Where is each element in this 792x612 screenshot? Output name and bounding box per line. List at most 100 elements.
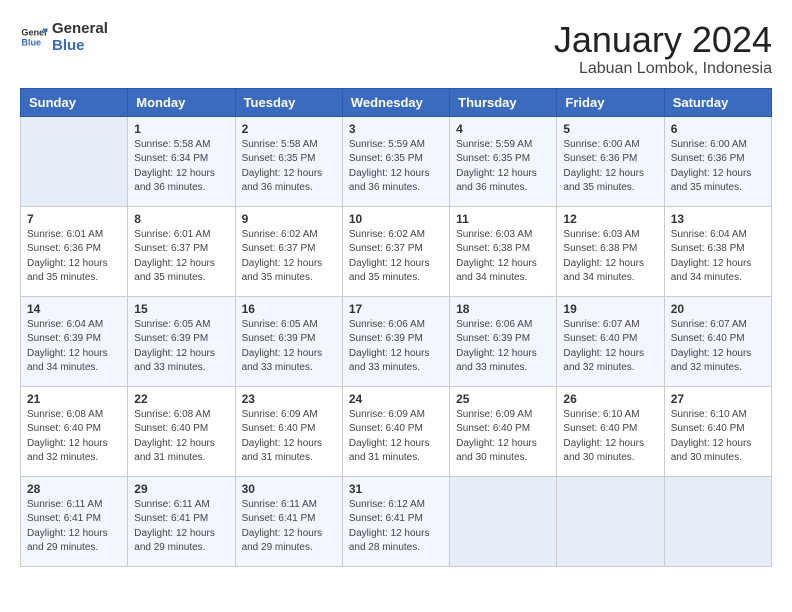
calendar-cell: 2Sunrise: 5:58 AM Sunset: 6:35 PM Daylig…	[235, 116, 342, 206]
title-block: January 2024 Labuan Lombok, Indonesia	[554, 20, 772, 78]
calendar-cell: 19Sunrise: 6:07 AM Sunset: 6:40 PM Dayli…	[557, 296, 664, 386]
day-info: Sunrise: 6:11 AM Sunset: 6:41 PM Dayligh…	[242, 498, 336, 556]
day-number: 25	[456, 392, 550, 406]
calendar-cell	[21, 116, 128, 206]
calendar-cell: 22Sunrise: 6:08 AM Sunset: 6:40 PM Dayli…	[128, 386, 235, 476]
calendar-cell: 1 Sunrise: 5:58 AM Sunset: 6:34 PM Daylig…	[128, 116, 235, 206]
day-number: 31	[349, 482, 443, 496]
day-number: 11	[456, 212, 550, 226]
day-info: Sunrise: 6:01 AM Sunset: 6:37 PM Dayligh…	[134, 228, 228, 286]
day-number: 13	[671, 212, 765, 226]
day-info: Sunrise: 6:03 AM Sunset: 6:38 PM Dayligh…	[563, 228, 657, 286]
day-number: 29	[134, 482, 228, 496]
header-sunday: Sunday	[21, 88, 128, 116]
location: Labuan Lombok, Indonesia	[554, 60, 772, 78]
day-number: 26	[563, 392, 657, 406]
calendar-cell: 8 Sunrise: 6:01 AM Sunset: 6:37 PM Daylig…	[128, 206, 235, 296]
calendar-cell: 9 Sunrise: 6:02 AM Sunset: 6:37 PM Daylig…	[235, 206, 342, 296]
day-info: Sunrise: 6:06 AM Sunset: 6:39 PM Dayligh…	[456, 318, 550, 376]
day-info: Sunrise: 6:02 AM Sunset: 6:37 PM Dayligh…	[242, 228, 336, 286]
day-number: 16	[242, 302, 336, 316]
calendar-cell: 23Sunrise: 6:09 AM Sunset: 6:40 PM Dayli…	[235, 386, 342, 476]
day-info: Sunrise: 5:59 AM Sunset: 6:35 PM Dayligh…	[349, 138, 443, 196]
week-row-0: 1 Sunrise: 5:58 AM Sunset: 6:34 PM Daylig…	[21, 116, 772, 206]
day-number: 5	[563, 122, 657, 136]
calendar-table: SundayMondayTuesdayWednesdayThursdayFrid…	[20, 88, 772, 567]
day-number: 20	[671, 302, 765, 316]
day-info: Sunrise: 6:04 AM Sunset: 6:38 PM Dayligh…	[671, 228, 765, 286]
logo: General Blue General Blue	[20, 20, 108, 54]
day-number: 2	[242, 122, 336, 136]
calendar-cell	[664, 476, 771, 566]
day-info: Sunrise: 6:05 AM Sunset: 6:39 PM Dayligh…	[134, 318, 228, 376]
calendar-header-row: SundayMondayTuesdayWednesdayThursdayFrid…	[21, 88, 772, 116]
calendar-cell: 15Sunrise: 6:05 AM Sunset: 6:39 PM Dayli…	[128, 296, 235, 386]
calendar-cell: 13 Sunrise: 6:04 AM Sunset: 6:38 PM Dayli…	[664, 206, 771, 296]
calendar-cell	[557, 476, 664, 566]
day-info: Sunrise: 6:07 AM Sunset: 6:40 PM Dayligh…	[563, 318, 657, 376]
day-number: 12	[563, 212, 657, 226]
day-info: Sunrise: 6:04 AM Sunset: 6:39 PM Dayligh…	[27, 318, 121, 376]
day-info: Sunrise: 6:00 AM Sunset: 6:36 PM Dayligh…	[671, 138, 765, 196]
header-wednesday: Wednesday	[342, 88, 449, 116]
logo-blue: Blue	[52, 37, 108, 54]
week-row-1: 7 Sunrise: 6:01 AM Sunset: 6:36 PM Daylig…	[21, 206, 772, 296]
day-info: Sunrise: 6:07 AM Sunset: 6:40 PM Dayligh…	[671, 318, 765, 376]
week-row-3: 21Sunrise: 6:08 AM Sunset: 6:40 PM Dayli…	[21, 386, 772, 476]
day-number: 18	[456, 302, 550, 316]
page-header: General Blue General Blue January 2024 L…	[20, 20, 772, 78]
day-number: 4	[456, 122, 550, 136]
calendar-cell: 7 Sunrise: 6:01 AM Sunset: 6:36 PM Daylig…	[21, 206, 128, 296]
calendar-cell: 11Sunrise: 6:03 AM Sunset: 6:38 PM Dayli…	[450, 206, 557, 296]
day-number: 3	[349, 122, 443, 136]
header-thursday: Thursday	[450, 88, 557, 116]
day-info: Sunrise: 6:01 AM Sunset: 6:36 PM Dayligh…	[27, 228, 121, 286]
logo-general: General	[52, 20, 108, 37]
day-number: 27	[671, 392, 765, 406]
day-number: 30	[242, 482, 336, 496]
calendar-cell: 5 Sunrise: 6:00 AM Sunset: 6:36 PM Daylig…	[557, 116, 664, 206]
header-tuesday: Tuesday	[235, 88, 342, 116]
day-info: Sunrise: 6:12 AM Sunset: 6:41 PM Dayligh…	[349, 498, 443, 556]
day-number: 24	[349, 392, 443, 406]
day-info: Sunrise: 6:02 AM Sunset: 6:37 PM Dayligh…	[349, 228, 443, 286]
calendar-cell: 24 Sunrise: 6:09 AM Sunset: 6:40 PM Dayli…	[342, 386, 449, 476]
day-number: 17	[349, 302, 443, 316]
day-info: Sunrise: 6:10 AM Sunset: 6:40 PM Dayligh…	[563, 408, 657, 466]
calendar-cell: 6 Sunrise: 6:00 AM Sunset: 6:36 PM Daylig…	[664, 116, 771, 206]
header-monday: Monday	[128, 88, 235, 116]
calendar-cell: 12 Sunrise: 6:03 AM Sunset: 6:38 PM Dayli…	[557, 206, 664, 296]
calendar-cell	[450, 476, 557, 566]
svg-text:Blue: Blue	[21, 37, 41, 47]
week-row-4: 28Sunrise: 6:11 AM Sunset: 6:41 PM Dayli…	[21, 476, 772, 566]
calendar-body: 1 Sunrise: 5:58 AM Sunset: 6:34 PM Daylig…	[21, 116, 772, 566]
day-info: Sunrise: 6:09 AM Sunset: 6:40 PM Dayligh…	[242, 408, 336, 466]
calendar-cell: 10Sunrise: 6:02 AM Sunset: 6:37 PM Dayli…	[342, 206, 449, 296]
day-info: Sunrise: 6:00 AM Sunset: 6:36 PM Dayligh…	[563, 138, 657, 196]
day-number: 6	[671, 122, 765, 136]
calendar-cell: 29Sunrise: 6:11 AM Sunset: 6:41 PM Dayli…	[128, 476, 235, 566]
calendar-cell: 16 Sunrise: 6:05 AM Sunset: 6:39 PM Dayli…	[235, 296, 342, 386]
calendar-cell: 30 Sunrise: 6:11 AM Sunset: 6:41 PM Dayli…	[235, 476, 342, 566]
day-info: Sunrise: 6:06 AM Sunset: 6:39 PM Dayligh…	[349, 318, 443, 376]
day-info: Sunrise: 5:58 AM Sunset: 6:34 PM Dayligh…	[134, 138, 228, 196]
day-number: 7	[27, 212, 121, 226]
calendar-cell: 20 Sunrise: 6:07 AM Sunset: 6:40 PM Dayli…	[664, 296, 771, 386]
calendar-cell: 14Sunrise: 6:04 AM Sunset: 6:39 PM Dayli…	[21, 296, 128, 386]
day-number: 22	[134, 392, 228, 406]
day-number: 1	[134, 122, 228, 136]
calendar-cell: 27 Sunrise: 6:10 AM Sunset: 6:40 PM Dayli…	[664, 386, 771, 476]
day-info: Sunrise: 6:11 AM Sunset: 6:41 PM Dayligh…	[27, 498, 121, 556]
day-info: Sunrise: 6:10 AM Sunset: 6:40 PM Dayligh…	[671, 408, 765, 466]
calendar-cell: 28Sunrise: 6:11 AM Sunset: 6:41 PM Dayli…	[21, 476, 128, 566]
day-info: Sunrise: 6:05 AM Sunset: 6:39 PM Dayligh…	[242, 318, 336, 376]
day-info: Sunrise: 6:09 AM Sunset: 6:40 PM Dayligh…	[349, 408, 443, 466]
day-number: 8	[134, 212, 228, 226]
day-info: Sunrise: 6:09 AM Sunset: 6:40 PM Dayligh…	[456, 408, 550, 466]
calendar-cell: 31 Sunrise: 6:12 AM Sunset: 6:41 PM Dayli…	[342, 476, 449, 566]
logo-icon: General Blue	[20, 23, 48, 51]
header-saturday: Saturday	[664, 88, 771, 116]
calendar-cell: 25 Sunrise: 6:09 AM Sunset: 6:40 PM Dayli…	[450, 386, 557, 476]
day-number: 9	[242, 212, 336, 226]
month-year: January 2024	[554, 20, 772, 60]
